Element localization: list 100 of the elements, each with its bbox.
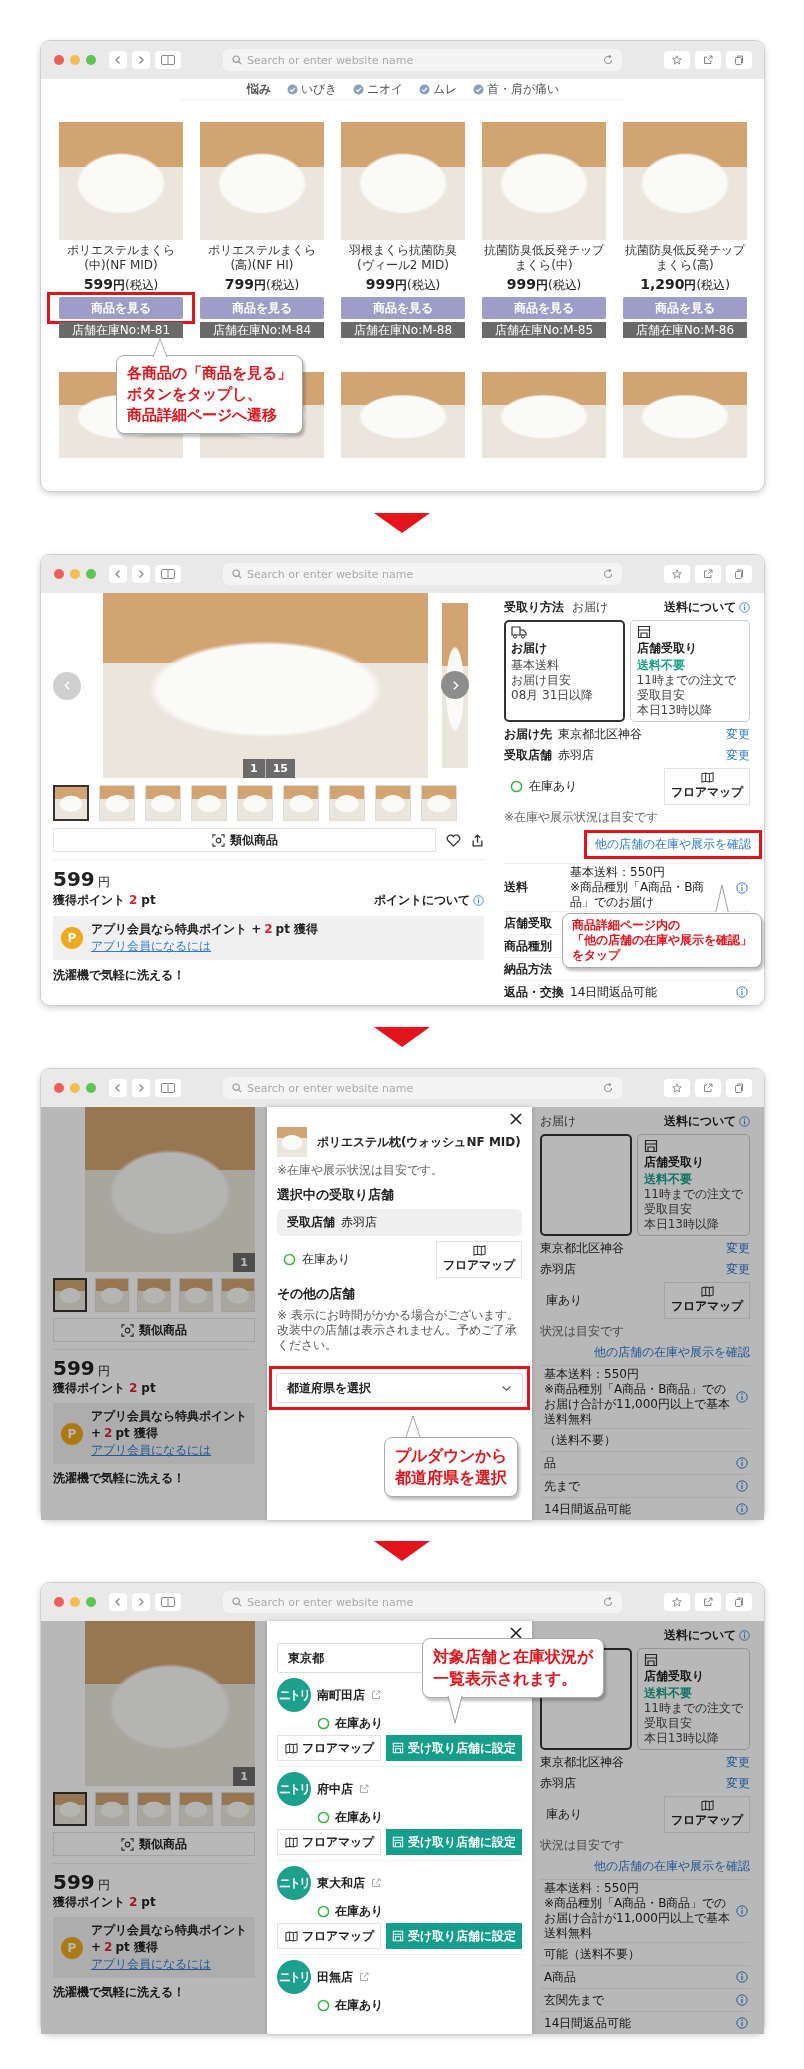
reload-icon[interactable] (603, 1597, 613, 1607)
sidebar-button[interactable] (155, 1593, 181, 1611)
search-icon (232, 1083, 242, 1093)
floor-map-button[interactable]: フロアマップ (664, 1282, 750, 1319)
change-link[interactable]: 変更 (726, 1261, 750, 1278)
info-icon[interactable] (736, 1480, 748, 1492)
back-button[interactable] (109, 1079, 127, 1097)
forward-button[interactable] (132, 565, 150, 583)
thumbnail[interactable] (53, 1278, 87, 1312)
external-link-icon[interactable] (359, 1784, 369, 1794)
window-controls-icon[interactable] (53, 1082, 97, 1094)
share-button[interactable] (695, 1079, 721, 1097)
reload-icon[interactable] (603, 1083, 613, 1093)
tabs-button[interactable] (726, 1593, 752, 1611)
share-button[interactable] (695, 51, 721, 69)
info-icon[interactable] (736, 1391, 748, 1403)
close-icon[interactable] (510, 1627, 522, 1639)
filter-option[interactable]: ムレ (418, 80, 457, 98)
points-info-link[interactable]: ポイントについて (374, 892, 484, 909)
share-button[interactable] (695, 1593, 721, 1611)
info-icon[interactable] (736, 1457, 748, 1469)
prefecture-select[interactable]: 都道府県を選択 (276, 1373, 523, 1403)
forward-button[interactable] (132, 1079, 150, 1097)
sidebar-icon (161, 1597, 175, 1607)
share-icon[interactable] (471, 833, 484, 847)
floor-map-button[interactable]: フロアマップ (277, 1829, 381, 1855)
similar-items-button[interactable]: 類似商品 (53, 1318, 255, 1342)
shipping-info-link[interactable]: 送料について (664, 1113, 750, 1130)
floor-map-button[interactable]: フロアマップ (277, 1923, 381, 1949)
filter-option[interactable]: いびき (286, 80, 337, 98)
address-field[interactable]: Search or enter website name (223, 563, 622, 585)
close-icon[interactable] (510, 1113, 522, 1125)
share-button[interactable] (695, 565, 721, 583)
thumbnail[interactable] (53, 1792, 87, 1826)
shipping-info-link[interactable]: 送料について (664, 1627, 750, 1644)
sidebar-button[interactable] (155, 1079, 181, 1097)
window-controls-icon[interactable] (53, 54, 97, 66)
tabs-button[interactable] (726, 51, 752, 69)
bookmark-button[interactable] (664, 565, 690, 583)
other-stores-link[interactable]: 他の店舗の在庫や展示を確認 (594, 1858, 750, 1875)
change-link[interactable]: 変更 (726, 747, 750, 764)
reload-icon[interactable] (603, 569, 613, 579)
other-stores-link[interactable]: 他の店舗の在庫や展示を確認 (595, 837, 751, 851)
forward-button[interactable] (132, 1593, 150, 1611)
similar-items-button[interactable]: 類似商品 (53, 828, 436, 852)
thumbnail[interactable] (53, 785, 89, 821)
info-icon[interactable] (736, 2017, 748, 2029)
address-field[interactable]: Search or enter website name (223, 1591, 622, 1613)
back-button[interactable] (109, 1593, 127, 1611)
previous-image-button[interactable] (53, 671, 81, 700)
bookmark-button[interactable] (664, 1079, 690, 1097)
sidebar-button[interactable] (155, 51, 181, 69)
tabs-button[interactable] (726, 1079, 752, 1097)
info-icon[interactable] (736, 1905, 748, 1917)
floor-map-button[interactable]: フロアマップ (277, 1735, 381, 1761)
change-link[interactable]: 変更 (726, 1754, 750, 1771)
info-icon[interactable] (736, 986, 748, 998)
heart-icon[interactable] (446, 833, 461, 847)
floor-map-button[interactable]: フロアマップ (436, 1241, 522, 1278)
window-controls-icon[interactable] (53, 568, 97, 580)
similar-items-button[interactable]: 類似商品 (53, 1832, 255, 1856)
delivery-option[interactable] (540, 1134, 632, 1236)
info-icon[interactable] (736, 1994, 748, 2006)
filter-option[interactable]: 首・肩が痛い (472, 80, 559, 98)
address-field[interactable]: Search or enter website name (223, 49, 622, 71)
change-link[interactable]: 変更 (726, 1240, 750, 1257)
back-button[interactable] (109, 51, 127, 69)
tabs-button[interactable] (726, 565, 752, 583)
store-name[interactable]: 府中店 (317, 1780, 353, 1798)
forward-button[interactable] (132, 51, 150, 69)
change-link[interactable]: 変更 (726, 726, 750, 743)
table-value: 玄関先まで (544, 1992, 605, 2008)
sidebar-button[interactable] (155, 565, 181, 583)
store-name[interactable]: 田無店 (317, 1968, 353, 1986)
info-icon[interactable] (736, 1971, 748, 1983)
info-icon[interactable] (736, 1503, 748, 1515)
delivery-option[interactable]: 店舗受取り 送料不要 11時までの注文で 受取目安 本日13時以降 (636, 1648, 750, 1750)
store-name[interactable]: 南町田店 (317, 1686, 365, 1704)
back-button[interactable] (109, 565, 127, 583)
store-name[interactable]: 東大和店 (317, 1874, 365, 1892)
delivery-option[interactable]: お届け 基本送料 お届け目安 08月 31日以降 (504, 620, 625, 722)
delivery-option[interactable]: 店舗受取り 送料不要 11時までの注文で 受取目安 本日13時以降 (629, 620, 750, 722)
window-controls-icon[interactable] (53, 1596, 97, 1608)
external-link-icon[interactable] (359, 1972, 369, 1982)
filter-option[interactable]: ニオイ (352, 80, 403, 98)
external-link-icon[interactable] (371, 1690, 381, 1700)
info-icon[interactable] (736, 881, 748, 894)
other-stores-link[interactable]: 他の店舗の在庫や展示を確認 (594, 1344, 750, 1361)
floor-map-button[interactable]: フロアマップ (664, 768, 750, 805)
bookmark-button[interactable] (664, 51, 690, 69)
shipping-info-link[interactable]: 送料について (664, 599, 750, 616)
delivery-option[interactable]: 店舗受取り 送料不要 11時までの注文で 受取目安 本日13時以降 (636, 1134, 750, 1236)
change-link[interactable]: 変更 (726, 1775, 750, 1792)
floor-map-button[interactable]: フロアマップ (664, 1796, 750, 1833)
app-member-link[interactable]: アプリ会員になるには (91, 938, 211, 955)
share-icon (703, 55, 713, 65)
bookmark-button[interactable] (664, 1593, 690, 1611)
external-link-icon[interactable] (371, 1878, 381, 1888)
address-field[interactable]: Search or enter website name (223, 1077, 622, 1099)
reload-icon[interactable] (603, 55, 613, 65)
